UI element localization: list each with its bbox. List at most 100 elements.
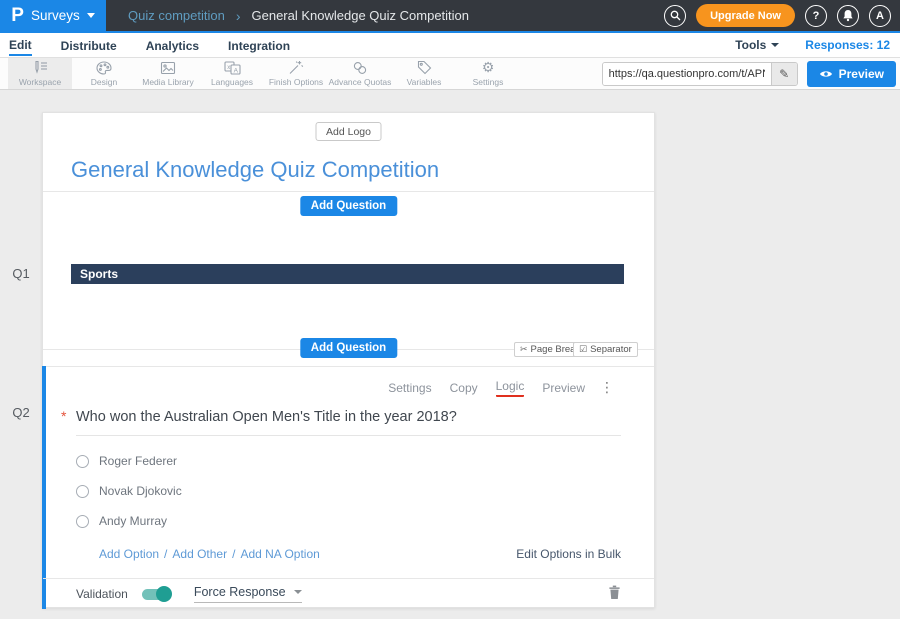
question-copy-link[interactable]: Copy <box>450 381 478 395</box>
header-actions: Upgrade Now ? A <box>664 4 900 27</box>
divider <box>43 191 654 192</box>
toolbar-item-media-library[interactable]: Media Library <box>136 58 200 89</box>
edit-options-in-bulk-link[interactable]: Edit Options in Bulk <box>516 547 621 561</box>
toolbar-label: Finish Options <box>269 77 323 87</box>
search-button[interactable] <box>664 5 686 27</box>
add-na-option-link[interactable]: Add NA Option <box>240 547 319 561</box>
toolbar-item-variables[interactable]: Variables <box>392 58 456 89</box>
search-icon <box>670 10 681 21</box>
chevron-down-icon <box>771 43 779 47</box>
question-text-row: * Who won the Australian Open Men's Titl… <box>61 408 457 425</box>
toolbar-label: Workspace <box>19 77 61 87</box>
add-question-button-top[interactable]: Add Question <box>300 196 397 216</box>
toolbar-item-finish-options[interactable]: Finish Options <box>264 58 328 89</box>
survey-editor-canvas: Q1 Q2 Add Logo General Knowledge Quiz Co… <box>0 90 900 619</box>
upgrade-now-button[interactable]: Upgrade Now <box>696 4 795 27</box>
tools-dropdown[interactable]: Tools <box>735 38 779 52</box>
separator-button[interactable]: ☑ Separator <box>573 342 638 357</box>
svg-text:A: A <box>233 67 238 74</box>
question-logic-link[interactable]: Logic <box>496 379 525 397</box>
validation-type-value: Force Response <box>194 585 286 599</box>
question-number-q1: Q1 <box>0 266 42 281</box>
delete-question-button[interactable] <box>608 585 621 605</box>
validation-toggle[interactable] <box>142 589 170 600</box>
notifications-button[interactable] <box>837 5 859 27</box>
survey-card: Add Logo General Knowledge Quiz Competit… <box>42 112 655 608</box>
validation-type-dropdown[interactable]: Force Response <box>194 585 302 603</box>
toolbar-label: Languages <box>211 77 253 87</box>
scissors-icon: ✂ <box>520 345 528 355</box>
chevron-down-icon <box>294 590 302 594</box>
toolbar-label: Advance Quotas <box>329 77 392 87</box>
app-name: Surveys <box>31 8 80 23</box>
toggle-knob <box>156 586 172 602</box>
divider <box>43 578 654 579</box>
toolbar-label: Variables <box>407 77 442 87</box>
responses-count[interactable]: Responses: 12 <box>805 38 890 52</box>
tab-distribute[interactable]: Distribute <box>61 36 117 55</box>
answer-option-row[interactable]: Novak Djokovic <box>76 484 182 498</box>
radio-icon[interactable] <box>76 455 89 468</box>
toolbar-label: Media Library <box>142 77 194 87</box>
tag-icon <box>417 60 432 75</box>
survey-title[interactable]: General Knowledge Quiz Competition <box>71 157 439 183</box>
preview-label: Preview <box>839 67 884 81</box>
add-option-link[interactable]: Add Option <box>99 547 159 561</box>
surveys-menu[interactable]: P Surveys <box>0 0 106 31</box>
toolbar-item-advance-quotas[interactable]: Advance Quotas <box>328 58 392 89</box>
toolbar-item-settings[interactable]: ⚙ Settings <box>456 58 520 89</box>
breadcrumb-survey-title: General Knowledge Quiz Competition <box>252 8 470 23</box>
survey-nav: Edit Distribute Analytics Integration To… <box>0 33 900 58</box>
link-separator: / <box>164 547 167 561</box>
questionpro-logo: P <box>11 6 24 25</box>
eye-icon <box>819 69 833 79</box>
chevron-down-icon <box>87 13 95 18</box>
toolbar-item-design[interactable]: Design <box>72 58 136 89</box>
palette-icon <box>96 61 112 75</box>
tab-analytics[interactable]: Analytics <box>146 36 199 55</box>
validation-row: Validation Force Response <box>76 583 302 605</box>
add-question-button-middle[interactable]: Add Question <box>300 338 397 358</box>
toolbar-item-languages[interactable]: xA Languages <box>200 58 264 89</box>
image-icon <box>160 61 176 75</box>
question-settings-link[interactable]: Settings <box>388 381 431 395</box>
radio-icon[interactable] <box>76 485 89 498</box>
avatar[interactable]: A <box>869 5 891 27</box>
add-logo-button[interactable]: Add Logo <box>315 122 382 141</box>
question-menu: Settings Copy Logic Preview ⋮ <box>388 379 614 397</box>
edit-url-button[interactable]: ✎ <box>771 63 797 85</box>
answer-option-row[interactable]: Andy Murray <box>76 514 167 528</box>
question-text[interactable]: Who won the Australian Open Men's Title … <box>76 409 457 425</box>
pencil-icon: ✎ <box>779 67 789 81</box>
tab-integration[interactable]: Integration <box>228 36 290 55</box>
question-preview-link[interactable]: Preview <box>542 381 585 395</box>
gear-icon: ⚙ <box>482 61 495 75</box>
question-number-q2: Q2 <box>0 405 42 420</box>
option-label[interactable]: Novak Djokovic <box>99 484 182 498</box>
add-other-link[interactable]: Add Other <box>172 547 227 561</box>
workspace-icon <box>32 60 49 75</box>
toolbar-label: Settings <box>473 77 504 87</box>
help-button[interactable]: ? <box>805 5 827 27</box>
trash-icon <box>608 585 621 600</box>
survey-url-box: ✎ <box>602 62 798 86</box>
tab-edit[interactable]: Edit <box>9 35 32 56</box>
option-label[interactable]: Andy Murray <box>99 514 167 528</box>
kebab-menu-icon[interactable]: ⋮ <box>600 380 614 396</box>
nav-right: Tools Responses: 12 <box>735 38 890 52</box>
active-question-accent <box>42 366 46 609</box>
required-marker: * <box>61 408 76 424</box>
q1-section-header[interactable]: Sports <box>71 264 624 284</box>
toolbar-item-workspace[interactable]: Workspace <box>8 58 72 89</box>
toolbar-label: Design <box>91 77 117 87</box>
survey-url-input[interactable] <box>603 63 771 85</box>
answer-option-row[interactable]: Roger Federer <box>76 454 177 468</box>
option-label[interactable]: Roger Federer <box>99 454 177 468</box>
preview-button[interactable]: Preview <box>807 61 896 87</box>
link-separator: / <box>232 547 235 561</box>
radio-icon[interactable] <box>76 515 89 528</box>
separator-label: Separator <box>590 344 632 355</box>
checkbox-pencil-icon: ☑ <box>579 345 587 355</box>
option-actions: Add Option / Add Other / Add NA Option <box>99 547 320 561</box>
breadcrumb-folder[interactable]: Quiz competition <box>128 8 225 23</box>
